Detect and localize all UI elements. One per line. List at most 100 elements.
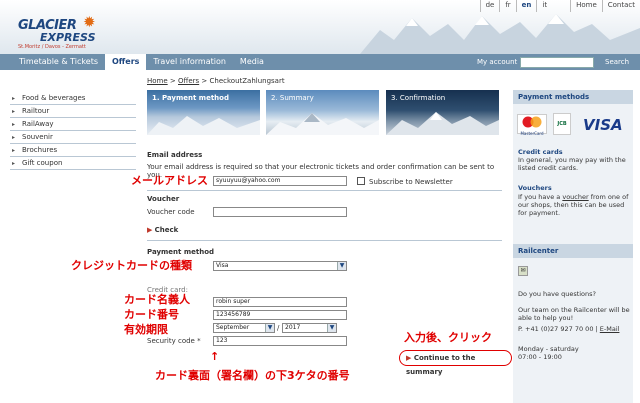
questions-text: Do you have questions? [518,290,596,298]
divider [147,190,502,191]
security-code-input[interactable]: 123 [213,336,347,346]
annotation-security-code: カード裏面（署名欄）の下3ケタの番号 [155,369,350,382]
chevron-down-icon: ▼ [337,262,346,270]
sidebar-item-gift-coupon[interactable]: ▸ Gift coupon [10,157,136,170]
credit-cards-text: In general, you may pay with the listed … [518,156,626,172]
voucher-link[interactable]: voucher [562,193,588,201]
newsletter-label: Subscribe to Newsletter [369,178,453,186]
contact-link[interactable]: Contact [601,0,640,12]
payment-method-value: Visa [216,262,229,269]
chevron-right-icon: ▸ [12,160,16,167]
chevron-right-icon: ▸ [12,95,16,102]
step-summary: 2. Summary [266,90,379,135]
check-button[interactable]: ▶ Check [147,226,178,234]
mountain-banner [360,14,640,54]
mountain-image [386,112,499,135]
step-label: 3. Confirmation [391,94,446,102]
mastercard-logo: MasterCard [517,114,547,136]
voucher-code-label: Voucher code [147,208,195,216]
vouchers-title: Vouchers [518,184,552,192]
sidebar-item-food-beverages[interactable]: ▸ Food & beverages [10,92,136,105]
breadcrumb-home[interactable]: Home [147,77,168,85]
vouchers-text: If you have a voucher from one of our sh… [518,193,629,217]
chevron-right-icon: ▸ [12,108,16,115]
card-number-input[interactable]: 123456789 [213,310,347,320]
security-code-label: Security code * [147,337,201,345]
lang-it[interactable]: it [536,0,552,12]
search-input[interactable] [520,57,594,68]
phone-line: P. +41 (0)27 927 70 00 | E-Mail [518,325,619,333]
credit-cards-title: Credit cards [518,148,563,156]
sidebar-item-brochures[interactable]: ▸ Brochures [10,144,136,157]
hours-label: Monday - saturday [518,345,579,353]
chevron-right-icon: ▸ [12,134,16,141]
caret-right-icon: ▶ [147,226,153,234]
phone-number: P. +41 (0)27 927 70 00 | [518,325,600,333]
expiry-month-value: September [216,324,250,331]
annotation-card-number: カード番号 [124,308,179,321]
payment-methods-heading: Payment methods [513,90,633,104]
nav-travel-information[interactable]: Travel information [146,54,233,70]
chevron-right-icon: ▸ [12,147,16,154]
expiry-separator: / [277,324,280,332]
sidebar-item-label: Railtour [22,107,50,115]
breadcrumb-offers[interactable]: Offers [178,77,199,85]
email-link[interactable]: E-Mail [600,325,620,333]
lang-fr[interactable]: fr [499,0,515,12]
mountain-image [147,116,260,135]
sidebar-item-railtour[interactable]: ▸ Railtour [10,105,136,118]
logo-express[interactable]: EXPRESS [40,31,96,44]
annotation-email: メールアドレス [131,174,208,187]
annotation-expiry: 有効期限 [124,323,168,336]
annotation-arrow-up: ↑ [210,350,220,363]
sidebar-item-souvenir[interactable]: ▸ Souvenir [10,131,136,144]
sidebar-item-label: Food & beverages [22,94,86,102]
sidebar-item-label: Gift coupon [22,159,63,167]
lang-en[interactable]: en [515,0,537,12]
mountain-image [266,113,379,135]
email-field[interactable]: syuuyuu@yahoo.com [213,176,347,186]
step-confirmation: 3. Confirmation [386,90,499,135]
visa-logo: VISA [583,116,623,134]
sidebar-item-label: Brochures [22,146,58,154]
breadcrumb: Home > Offers > CheckoutZahlungsart [147,77,285,85]
help-text: Our team on the Railcenter will be able … [518,306,630,322]
sidebar-item-railaway[interactable]: ▸ RailAway [10,118,136,131]
continue-to-summary-button[interactable]: ▶ Continue to the summary [399,350,512,376]
payment-method-select[interactable]: Visa ▼ [213,261,347,271]
divider [147,240,502,241]
search-button[interactable]: Search [605,58,629,66]
newsletter-checkbox[interactable] [357,177,365,185]
jcb-logo: JCB [553,113,571,135]
language-bar: de fr en it Home Contact [479,0,640,12]
railcenter-icon: ✉ [518,266,528,276]
sidebar-item-label: Souvenir [22,133,53,141]
nav-media[interactable]: Media [233,54,271,70]
expiry-month-select[interactable]: September ▼ [213,323,275,333]
caret-right-icon: ▶ [406,354,412,362]
breadcrumb-current: CheckoutZahlungsart [209,77,285,85]
step-label: 1. Payment method [152,94,229,102]
voucher-heading: Voucher [147,195,180,203]
sidebar: ▸ Food & beverages ▸ Railtour ▸ RailAway ▸ S… [10,92,136,170]
hours-value: 07:00 - 19:00 [518,353,562,361]
payment-method-heading: Payment method [147,248,215,256]
annotation-card-type: クレジットカードの種類 [71,259,192,272]
expiry-year-select[interactable]: 2017 ▼ [282,323,337,333]
expiry-year-value: 2017 [285,324,301,331]
logo-subtitle: St.Moritz / Davos - Zermatt [18,44,86,50]
nav-offers[interactable]: Offers [105,54,147,70]
chevron-down-icon: ▼ [327,324,336,332]
lang-de[interactable]: de [479,0,500,12]
chevron-right-icon: ▸ [12,121,16,128]
cardholder-name-input[interactable]: robin super [213,297,347,307]
railcenter-heading: Railcenter [513,244,633,258]
logo-star-icon: ✹ [83,13,96,31]
nav-timetable-tickets[interactable]: Timetable & Tickets [12,54,105,70]
step-label: 2. Summary [271,94,314,102]
check-label: Check [154,226,179,234]
home-link[interactable]: Home [570,0,602,12]
annotation-cardholder: カード名義人 [124,293,190,306]
voucher-code-input[interactable] [213,207,347,217]
my-account-label[interactable]: My account [477,58,517,66]
